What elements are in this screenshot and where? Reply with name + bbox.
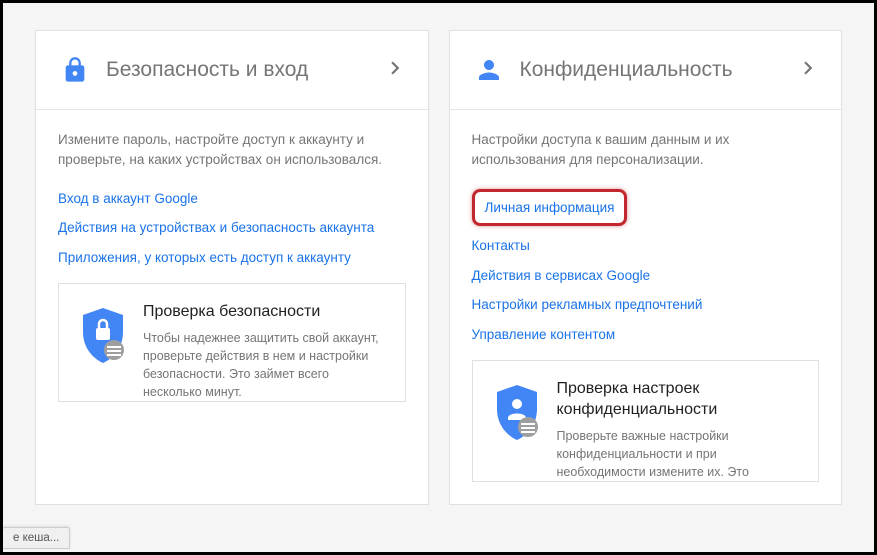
security-check-content: Проверка безопасности Чтобы надежнее защ… [143, 302, 387, 401]
security-card-header[interactable]: Безопасность и вход [36, 31, 428, 110]
privacy-check-desc: Проверьте важные настройки конфиденциаль… [557, 427, 801, 481]
security-card-body: Измените пароль, настройте доступ к акка… [36, 110, 428, 283]
link-apps-access[interactable]: Приложения, у которых есть доступ к акка… [58, 248, 406, 268]
privacy-check-title: Проверка настроек конфиденциальности [557, 379, 801, 421]
security-card: Безопасность и вход Измените пароль, нас… [35, 30, 429, 505]
privacy-desc: Настройки доступа к вашим данным и их ис… [472, 130, 820, 171]
security-card-title: Безопасность и вход [106, 58, 382, 82]
lock-icon [58, 53, 92, 87]
chevron-right-icon [382, 55, 408, 86]
link-google-signin[interactable]: Вход в аккаунт Google [58, 189, 406, 209]
link-ad-settings[interactable]: Настройки рекламных предпочтений [472, 295, 820, 315]
chevron-right-icon [795, 55, 821, 86]
privacy-card: Конфиденциальность Настройки доступа к в… [449, 30, 843, 505]
security-desc: Измените пароль, настройте доступ к акка… [58, 130, 406, 171]
link-google-activity[interactable]: Действия в сервисах Google [472, 266, 820, 286]
privacy-card-title: Конфиденциальность [520, 58, 796, 82]
security-check-desc: Чтобы надежнее защитить свой аккаунт, пр… [143, 329, 387, 402]
security-links: Вход в аккаунт Google Действия на устрой… [58, 189, 406, 268]
privacy-check-card[interactable]: Проверка настроек конфиденциальности Про… [472, 360, 820, 482]
privacy-links: Личная информация Контакты Действия в се… [472, 189, 820, 345]
privacy-card-body: Настройки доступа к вашим данным и их ис… [450, 110, 842, 360]
link-contacts[interactable]: Контакты [472, 236, 820, 256]
security-check-title: Проверка безопасности [143, 302, 387, 323]
security-check-card[interactable]: Проверка безопасности Чтобы надежнее защ… [58, 283, 406, 402]
link-content-mgmt[interactable]: Управление контентом [472, 325, 820, 345]
person-icon [472, 53, 506, 87]
status-tab: е кеша... [2, 527, 70, 549]
privacy-card-header[interactable]: Конфиденциальность [450, 31, 842, 110]
privacy-check-content: Проверка настроек конфиденциальности Про… [557, 379, 801, 481]
shield-lock-icon [77, 302, 129, 401]
link-personal-info[interactable]: Личная информация [472, 189, 628, 227]
cards-container: Безопасность и вход Измените пароль, нас… [0, 0, 877, 535]
shield-person-icon [491, 379, 543, 481]
link-device-activity[interactable]: Действия на устройствах и безопасность а… [58, 218, 406, 238]
